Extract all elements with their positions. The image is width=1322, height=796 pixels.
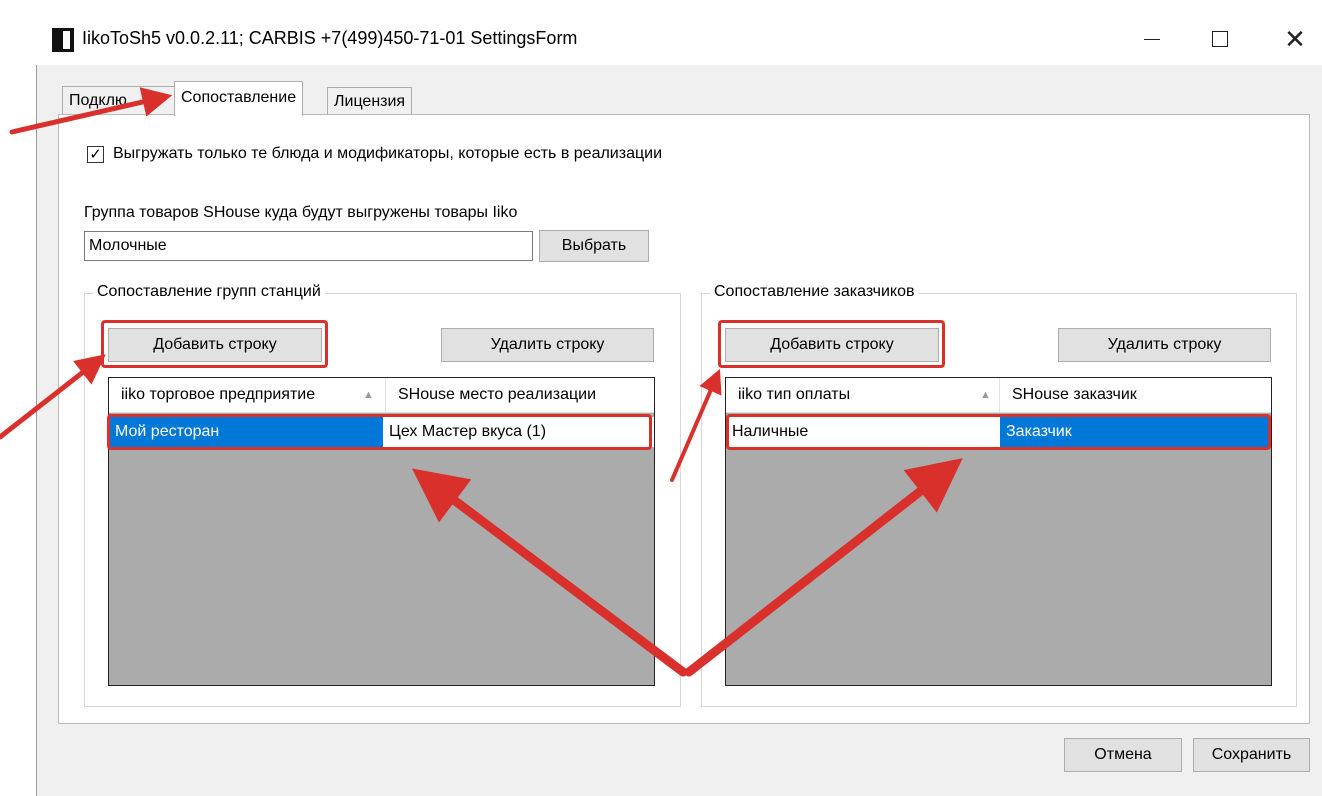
save-button[interactable]: Сохранить — [1193, 738, 1310, 772]
close-icon: ✕ — [1284, 23, 1306, 54]
select-group-button[interactable]: Выбрать — [539, 230, 649, 262]
export-only-realized-label: Выгружать только те блюда и модификаторы… — [113, 145, 663, 162]
column-header-shouse-place[interactable]: SHouse место реализации — [386, 378, 654, 412]
grid-header: iiko торговое предприятие ▲ SHouse место… — [109, 378, 654, 413]
column-header-label: iiko тип оплаты — [738, 386, 851, 403]
station-mapping-title: Сопоставление групп станций — [93, 283, 325, 301]
app-icon — [52, 28, 74, 52]
column-header-label: SHouse заказчик — [1012, 386, 1137, 403]
tab-connection[interactable]: Подклю — [62, 86, 176, 115]
minimize-button[interactable] — [1122, 16, 1182, 62]
column-header-payment-type[interactable]: iiko тип оплаты — [726, 378, 1000, 412]
minimize-icon — [1144, 38, 1160, 40]
sort-asc-icon: ▲ — [363, 389, 374, 401]
close-button[interactable]: ✕ — [1265, 16, 1322, 62]
column-header-label: SHouse место реализации — [398, 386, 596, 403]
customer-mapping-title: Сопоставление заказчиков — [710, 283, 919, 301]
annotation-highlight-box — [718, 320, 945, 368]
cancel-button[interactable]: Отмена — [1064, 738, 1182, 772]
window-title: IikoToSh5 v0.0.2.11; CARBIS +7(499)450-7… — [82, 28, 578, 48]
tab-connection-label: Подклю — [69, 92, 127, 109]
maximize-icon — [1212, 31, 1228, 47]
tab-mapping-label: Сопоставление — [181, 89, 297, 106]
tab-license-label: Лицензия — [334, 93, 406, 110]
maximize-button[interactable] — [1190, 16, 1250, 62]
delete-station-row-button[interactable]: Удалить строку — [441, 328, 654, 362]
grid-header: iiko тип оплаты ▲ SHouse заказчик — [726, 378, 1271, 413]
annotation-highlight-box — [107, 414, 652, 450]
product-group-field[interactable]: Молочные — [84, 231, 533, 261]
column-header-label: iiko торговое предприятие — [121, 386, 316, 403]
annotation-highlight-box — [101, 320, 328, 368]
delete-customer-row-button[interactable]: Удалить строку — [1058, 328, 1271, 362]
product-group-label: Группа товаров SHouse куда будут выгруже… — [84, 204, 518, 221]
tab-mapping[interactable]: Сопоставление — [174, 81, 304, 116]
export-only-realized-checkbox[interactable]: ✓ — [87, 146, 104, 163]
checkmark-icon: ✓ — [89, 146, 102, 163]
column-header-shouse-customer[interactable]: SHouse заказчик — [1000, 378, 1271, 412]
annotation-highlight-box — [726, 414, 1271, 450]
tab-license[interactable]: Лицензия — [327, 87, 413, 116]
sort-asc-icon: ▲ — [980, 389, 991, 401]
column-header-iiko-enterprise[interactable]: iiko торговое предприятие — [109, 378, 386, 412]
